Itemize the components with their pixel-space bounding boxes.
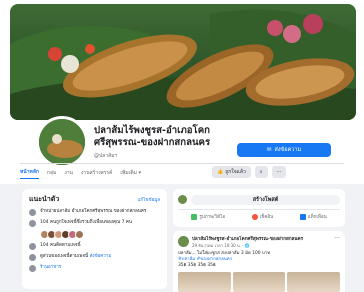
intro-info-text: ดูส่วนของเพจนี้ตามเพจนี้ bbox=[40, 254, 89, 259]
post-card: ปลาส้มไร้พงชูรส-อำเภอโคกศรีสุพรรณ-ของฝาก… bbox=[173, 231, 345, 292]
header-divider bbox=[20, 163, 344, 164]
page-actions: 👍 ถูกใจแล้ว ⌕ ··· bbox=[212, 166, 287, 178]
follow-icon bbox=[29, 243, 36, 250]
page-avatar[interactable] bbox=[36, 116, 88, 168]
avatar-image bbox=[39, 119, 85, 165]
intro-description: จำหน่ายปลาส้ม อำเภอโคกศรีสุพรรณ ของฝากสก… bbox=[40, 209, 147, 214]
photo-video-option[interactable]: รูปภาพ/วิดีโอ bbox=[191, 213, 225, 220]
avatar[interactable] bbox=[75, 230, 84, 239]
intro-row: ร้านอาหาร bbox=[29, 265, 160, 272]
more-icon: ··· bbox=[276, 169, 282, 175]
tag-friends-label: แท็กเพื่อน bbox=[307, 215, 327, 220]
intro-message-link[interactable]: ส่งข้อความ bbox=[90, 254, 112, 259]
info-icon bbox=[29, 209, 36, 216]
like-button[interactable]: 👍 ถูกใจแล้ว bbox=[212, 166, 251, 178]
send-message-label: ส่งข้อความ bbox=[274, 147, 302, 153]
tab-jobs[interactable]: งาน bbox=[64, 169, 73, 177]
like-icon bbox=[29, 220, 36, 227]
tag-icon bbox=[29, 265, 36, 272]
avatar bbox=[178, 195, 187, 204]
check-in-option[interactable]: เช็คอิน bbox=[251, 213, 274, 220]
tab-more[interactable]: เพิ่มเติม ▾ bbox=[120, 169, 141, 177]
post-image[interactable] bbox=[287, 272, 341, 292]
tab-creative[interactable]: งานสร้างสรรค์ bbox=[81, 169, 112, 177]
page-title: ปลาส้มไร้พงชูรส-อำเภอโคก ศรีสุพรรณ-ของฝา… bbox=[94, 125, 211, 148]
page-tabs: หน้าหลัก กลุ่ม งาน งานสร้างสรรค์ เพิ่มเต… bbox=[20, 166, 141, 180]
friend-avatars bbox=[40, 230, 160, 239]
intro-category[interactable]: ร้านอาหาร bbox=[40, 265, 61, 271]
send-message-button[interactable]: ✉ ส่งข้อความ bbox=[237, 143, 331, 157]
like-label: ถูกใจแล้ว bbox=[225, 169, 246, 175]
intro-title: แนะนำตัว bbox=[29, 195, 60, 203]
messenger-icon: ✉ bbox=[266, 147, 272, 153]
search-icon: ⌕ bbox=[259, 169, 263, 175]
post-image[interactable] bbox=[178, 272, 231, 292]
tag-friends-icon bbox=[299, 213, 306, 220]
post-text: ปลาส้ม... ไม่ใส่ผงชูรส ส่งปลาส้ม 3 มัด 1… bbox=[178, 251, 340, 269]
create-post-divider bbox=[178, 209, 340, 210]
create-post-input[interactable]: สร้างโพสต์ bbox=[191, 194, 340, 205]
intro-row: 104 คนติดตามเพจนี้ bbox=[29, 243, 160, 250]
tab-groups[interactable]: กลุ่ม bbox=[47, 169, 56, 177]
page-handle: @ปลาส้มฯ bbox=[94, 153, 118, 159]
create-post-card: สร้างโพสต์ รูปภาพ/วิดีโอ เช็คอิน แท็กเพื… bbox=[173, 189, 345, 227]
avatar[interactable] bbox=[178, 236, 189, 247]
intro-info: ดูส่วนของเพจนี้ตามเพจนี้ ส่งข้อความ bbox=[40, 254, 111, 260]
photo-icon bbox=[191, 213, 198, 220]
cover-photo[interactable] bbox=[10, 4, 356, 120]
intro-followers: 104 คนติดตามเพจนี้ bbox=[40, 243, 81, 248]
thumbs-up-icon: 👍 bbox=[217, 169, 224, 175]
photo-video-label: รูปภาพ/วิดีโอ bbox=[199, 215, 226, 220]
post-image[interactable] bbox=[232, 272, 286, 292]
intro-row: ดูส่วนของเพจนี้ตามเพจนี้ ส่งข้อความ bbox=[29, 254, 160, 261]
check-in-label: เช็คอิน bbox=[259, 215, 274, 220]
intro-edit-link[interactable]: แก้ไขข้อมูล bbox=[138, 196, 160, 203]
tab-home[interactable]: หน้าหลัก bbox=[20, 168, 39, 179]
post-images[interactable] bbox=[178, 272, 341, 292]
intro-row: จำหน่ายปลาส้ม อำเภอโคกศรีสุพรรณ ของฝากสก… bbox=[29, 209, 160, 216]
post-more-icon[interactable]: ··· bbox=[334, 235, 340, 242]
location-pin-icon bbox=[251, 213, 258, 220]
intro-likes: 104 คนถูกใจเพจนี้ซึ่งรวมถึงเพื่อนของคุณ … bbox=[40, 220, 132, 225]
post-timestamp[interactable]: 29 ธันวาคม เวลา 10:30 น. · 🌐 bbox=[192, 242, 250, 249]
post-prices: 35฿ 35฿ 35฿ 35฿ bbox=[178, 263, 216, 268]
intro-row: 104 คนถูกใจเพจนี้ซึ่งรวมถึงเพื่อนของคุณ … bbox=[29, 220, 160, 227]
search-button[interactable]: ⌕ bbox=[254, 166, 268, 178]
tag-friends-option[interactable]: แท็กเพื่อน bbox=[299, 213, 327, 220]
messenger-icon bbox=[29, 254, 36, 261]
intro-card: แนะนำตัว แก้ไขข้อมูล จำหน่ายปลาส้ม อำเภอ… bbox=[22, 189, 167, 289]
more-button[interactable]: ··· bbox=[271, 166, 287, 178]
